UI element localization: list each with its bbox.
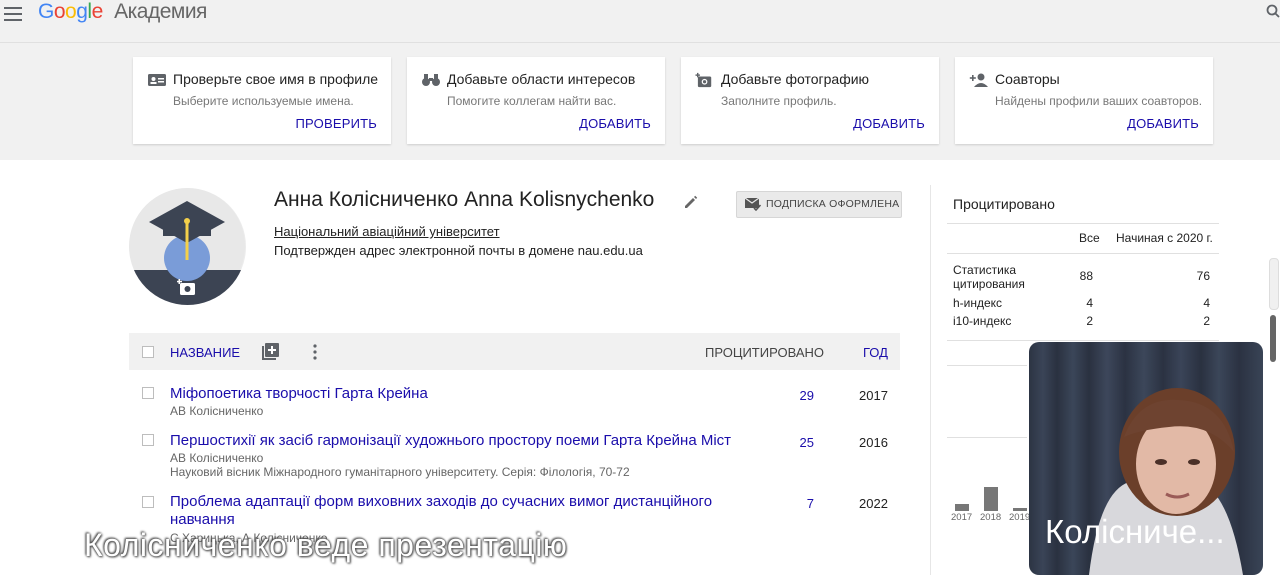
binoculars-icon	[422, 74, 440, 86]
suggestion-card-name: Проверьте свое имя в профиле Выберите ис…	[133, 57, 391, 144]
add-photo-button[interactable]: ДОБАВИТЬ	[853, 116, 925, 131]
add-coauthors-button[interactable]: ДОБАВИТЬ	[1127, 116, 1199, 131]
metric-all: 4	[1086, 296, 1093, 310]
suggestion-card-coauthors: Соавторы Найдены профили ваших соавторов…	[955, 57, 1213, 144]
suggestion-subtitle: Найдены профили ваших соавторов.	[995, 94, 1203, 108]
article-venue: Науковий вісник Міжнародного гуманітарно…	[170, 465, 630, 479]
suggestion-title: Проверьте свое имя в профиле	[173, 71, 379, 87]
mail-check-icon	[745, 197, 761, 211]
edit-pencil-icon[interactable]	[683, 194, 699, 210]
divider	[947, 340, 1219, 341]
sort-by-title[interactable]: НАЗВАНИЕ	[170, 345, 240, 360]
follow-label: ПОДПИСКА ОФОРМЛЕНА	[766, 198, 900, 210]
add-person-icon	[969, 73, 988, 87]
citation-bar-2018[interactable]	[984, 487, 998, 511]
col-all-header: Все	[1079, 231, 1100, 245]
divider	[947, 223, 1219, 224]
citations-row: Статистика цитирования 88 76	[953, 263, 1213, 293]
cited-count[interactable]: 7	[779, 496, 814, 511]
cited-count[interactable]: 29	[779, 388, 814, 403]
col-since-header: Начиная с 2020 г.	[1116, 231, 1213, 245]
metric-label: Статистика цитирования	[953, 263, 1025, 291]
table-row: Міфопоетика творчості Гарта Крейна АВ Ко…	[129, 385, 900, 425]
row-checkbox[interactable]	[142, 434, 154, 446]
suggestion-title: Добавьте фотографию	[721, 71, 870, 87]
metric-all: 2	[1086, 314, 1093, 328]
article-year: 2016	[859, 435, 888, 450]
participant-name: Колісниче...	[1045, 513, 1225, 550]
suggestions-band: Проверьте свое имя в профиле Выберите ис…	[0, 43, 1280, 160]
article-title[interactable]: Проблема адаптації форм виховних заходів…	[170, 493, 720, 529]
logo-subtitle: Академия	[114, 0, 207, 23]
divider	[947, 437, 1027, 438]
add-article-icon[interactable]	[262, 343, 279, 360]
table-row: Першостихії як засіб гармонізації художн…	[129, 432, 900, 482]
metric-since: 2	[1203, 314, 1210, 328]
citations-title: Процитировано	[953, 196, 1055, 212]
citations-row: h-индекс 4 4	[953, 296, 1213, 312]
year-label: 2019	[1009, 512, 1031, 523]
change-photo-icon[interactable]	[177, 279, 197, 296]
article-year: 2022	[859, 496, 888, 511]
affiliation-link[interactable]: Національний авіаційний університет	[274, 224, 500, 239]
select-all-checkbox[interactable]	[142, 346, 154, 358]
add-photo-icon	[695, 72, 712, 88]
article-authors: АВ Колісниченко	[170, 404, 264, 418]
article-year: 2017	[859, 388, 888, 403]
search-icon[interactable]	[1266, 4, 1280, 18]
year-label: 2018	[980, 512, 1002, 523]
metric-label: i10-индекс	[953, 314, 1012, 328]
citations-row: i10-индекс 2 2	[953, 314, 1213, 330]
metric-since: 76	[1196, 269, 1210, 283]
add-interests-button[interactable]: ДОБАВИТЬ	[579, 116, 651, 131]
profile-name: Анна Колісниченко Anna Kolisnychenko	[274, 188, 655, 211]
row-checkbox[interactable]	[142, 496, 154, 508]
more-vert-icon[interactable]	[312, 344, 318, 360]
citation-bar-2019[interactable]	[1013, 508, 1027, 511]
metric-label: h-индекс	[953, 296, 1003, 310]
divider	[947, 365, 1027, 366]
suggestion-card-interests: Добавьте области интересов Помогите колл…	[407, 57, 665, 144]
suggestion-subtitle: Заполните профиль.	[721, 94, 837, 108]
metric-since: 4	[1203, 296, 1210, 310]
top-bar: Google Академия	[0, 0, 1280, 43]
avatar[interactable]	[129, 188, 246, 305]
suggestion-title: Соавторы	[995, 71, 1060, 87]
scrollbar-track[interactable]	[1269, 258, 1279, 310]
articles-table-header: НАЗВАНИЕ ПРОЦИТИРОВАНО ГОД	[129, 333, 900, 370]
follow-button[interactable]: ПОДПИСКА ОФОРМЛЕНА	[736, 191, 902, 218]
suggestion-subtitle: Выберите используемые имена.	[173, 94, 354, 108]
citation-bar-2017[interactable]	[955, 504, 969, 511]
row-checkbox[interactable]	[142, 387, 154, 399]
article-title[interactable]: Першостихії як засіб гармонізації художн…	[170, 432, 731, 450]
article-title[interactable]: Міфопоетика творчості Гарта Крейна	[170, 385, 720, 403]
google-scholar-logo[interactable]: Google Академия	[38, 0, 207, 24]
verified-email: Подтвержден адрес электронной почты в до…	[274, 243, 643, 258]
check-name-button[interactable]: ПРОВЕРИТЬ	[296, 116, 377, 131]
suggestion-subtitle: Помогите коллегам найти вас.	[447, 94, 617, 108]
metric-all: 88	[1079, 269, 1093, 283]
menu-icon[interactable]	[4, 7, 22, 21]
cited-count[interactable]: 25	[779, 435, 814, 450]
sort-by-year[interactable]: ГОД	[863, 345, 888, 360]
cited-column-header: ПРОЦИТИРОВАНО	[705, 345, 824, 360]
article-authors: АВ Колісниченко	[170, 451, 264, 465]
suggestion-title: Добавьте области интересов	[447, 71, 636, 87]
year-label: 2017	[951, 512, 973, 523]
divider	[947, 253, 1219, 254]
presentation-caption: Колісниченко веде презентацію	[84, 527, 568, 563]
id-card-icon	[148, 74, 166, 86]
scrollbar-thumb[interactable]	[1270, 315, 1276, 362]
suggestion-card-photo: Добавьте фотографию Заполните профиль. Д…	[681, 57, 939, 144]
